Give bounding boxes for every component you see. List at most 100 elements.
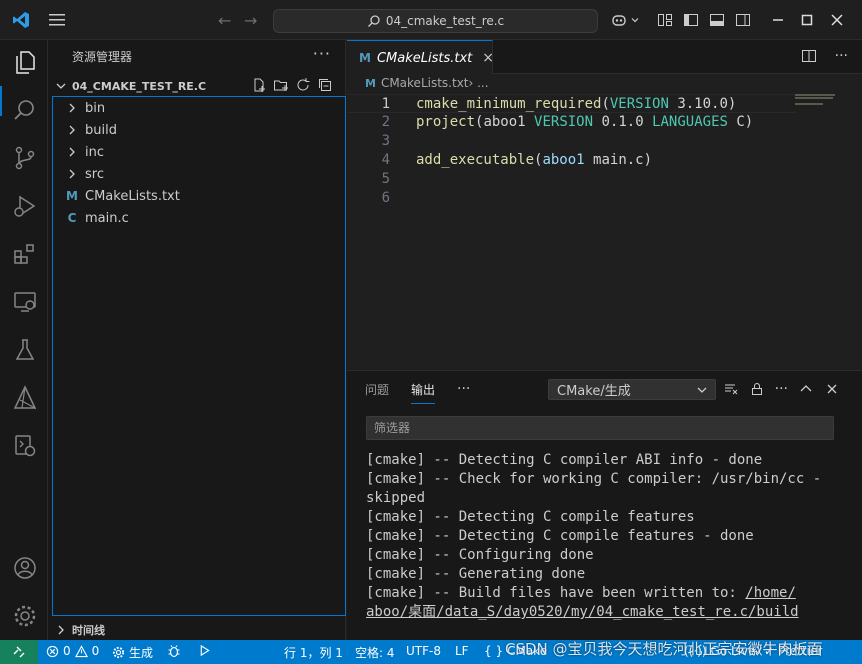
panel-more-actions[interactable]: ···: [775, 381, 788, 397]
code-line[interactable]: 3: [347, 132, 797, 151]
bug-icon: [168, 645, 180, 658]
copilot-icon: [612, 15, 626, 26]
output-filter-input[interactable]: 筛选器: [366, 416, 834, 440]
cmake-run-button[interactable]: [198, 644, 211, 657]
code-line[interactable]: 4 add_executable(aboo1 main.c): [347, 151, 797, 170]
code-token: (: [601, 96, 610, 112]
toggle-sidebar-icon[interactable]: [683, 12, 699, 28]
menu-icon[interactable]: [48, 12, 66, 28]
breadcrumb: M CMakeLists.txt › ...: [365, 76, 489, 90]
code-line[interactable]: 6: [347, 189, 797, 208]
tree-item-inc[interactable]: inc: [53, 141, 345, 163]
code-token: 0.1.0: [593, 114, 653, 130]
output-line: [cmake] -- Check for working C compiler:…: [366, 471, 822, 487]
output-path-link[interactable]: /home/: [745, 585, 796, 601]
tree-item-main-c[interactable]: C main.c: [53, 207, 345, 229]
command-center-search[interactable]: 04_cmake_test_re.c: [273, 9, 598, 33]
tree-item-cmakelists[interactable]: M CMakeLists.txt: [53, 185, 345, 207]
line-number: 4: [381, 152, 390, 168]
error-icon: [46, 645, 59, 657]
code-line[interactable]: 5: [347, 170, 797, 189]
tab-label: CMakeLists.txt: [376, 50, 473, 66]
explorer-icon[interactable]: [12, 49, 38, 75]
tree-item-build[interactable]: build: [53, 119, 345, 141]
toggle-panel-icon[interactable]: [709, 12, 725, 28]
remote-explorer-icon[interactable]: [12, 289, 38, 315]
remote-indicator[interactable]: [0, 640, 38, 664]
maximize-icon[interactable]: [799, 12, 815, 28]
code-token: VERSION: [609, 96, 669, 112]
output-path-link[interactable]: aboo/桌面/data_S/day0520/my/04_cmake_test_…: [366, 604, 799, 620]
minimize-icon[interactable]: [770, 12, 786, 28]
collapse-all-icon[interactable]: [317, 77, 333, 93]
docker-icon[interactable]: [12, 433, 38, 459]
breadcrumb-rest[interactable]: › ...: [469, 76, 489, 90]
settings-gear-icon[interactable]: [12, 603, 38, 629]
clear-output-icon[interactable]: [723, 381, 739, 397]
extensions-icon[interactable]: [12, 241, 38, 267]
code-token: VERSION: [534, 114, 594, 130]
cmake-file-icon: M: [365, 76, 376, 90]
close-panel-icon[interactable]: [824, 381, 840, 397]
cmake-debug-button[interactable]: [167, 644, 181, 658]
forward-arrow-icon[interactable]: →: [244, 11, 257, 30]
tree-item-bin[interactable]: bin: [53, 97, 345, 119]
account-icon[interactable]: [12, 555, 38, 581]
encoding[interactable]: UTF-8: [406, 644, 441, 658]
code-editor[interactable]: M CMakeLists.txt › ... 1 cmake_minimum_re…: [347, 74, 862, 370]
lock-icon[interactable]: [749, 381, 765, 397]
sidebar-more-actions[interactable]: ···: [313, 44, 331, 63]
testing-icon[interactable]: [12, 337, 38, 363]
tab-output[interactable]: 输出: [411, 381, 436, 404]
run-debug-icon[interactable]: [12, 193, 38, 219]
chevron-down-icon: [56, 83, 66, 89]
new-folder-icon[interactable]: [273, 77, 289, 93]
refresh-icon[interactable]: [295, 77, 311, 93]
tab-close-icon[interactable]: ×: [482, 50, 494, 66]
cursor-position[interactable]: 行 1，列 1: [284, 644, 343, 661]
code-token: C): [727, 114, 754, 130]
code-token: (aboo1: [475, 114, 535, 130]
tab-problems[interactable]: 问题: [365, 381, 389, 404]
problems-indicator[interactable]: 0 0: [46, 644, 99, 658]
layout-customize-icon[interactable]: [657, 12, 673, 28]
vscode-logo-icon: [13, 12, 29, 28]
timeline-label: 时间线: [72, 624, 105, 637]
source-control-icon[interactable]: [12, 145, 38, 171]
breadcrumb-file[interactable]: CMakeLists.txt: [381, 76, 469, 90]
output-channel-select[interactable]: CMake/生成: [548, 379, 716, 400]
code-line[interactable]: 1 cmake_minimum_required(VERSION 3.10.0): [347, 94, 797, 113]
search-icon[interactable]: [12, 97, 38, 123]
maximize-panel-icon[interactable]: [798, 381, 814, 397]
editor-more-icon[interactable]: ···: [835, 48, 848, 64]
tree-item-label: CMakeLists.txt: [85, 188, 180, 204]
code-token: main.c): [584, 152, 653, 168]
line-number: 6: [381, 190, 390, 206]
tab-cmakelists[interactable]: M CMakeLists.txt ×: [347, 40, 494, 75]
cmake-build-button[interactable]: 生成: [112, 644, 153, 661]
back-arrow-icon[interactable]: ←: [218, 11, 231, 30]
output-line: [cmake] -- Detecting C compile features …: [366, 528, 754, 544]
chevron-right-icon: [69, 147, 75, 157]
cmake-icon[interactable]: [12, 385, 38, 411]
cmake-file-icon: M: [66, 189, 78, 203]
chevron-right-icon: [69, 103, 75, 113]
close-icon[interactable]: [829, 12, 845, 28]
chevron-right-icon: [69, 169, 75, 179]
copilot-menu[interactable]: [610, 10, 640, 30]
minimap[interactable]: [795, 94, 837, 106]
toggle-secondary-sidebar-icon[interactable]: [735, 12, 751, 28]
code-lines[interactable]: 1 cmake_minimum_required(VERSION 3.10.0) 2…: [347, 94, 797, 208]
code-line[interactable]: 2 project(aboo1 VERSION 0.1.0 LANGUAGES C…: [347, 113, 797, 132]
file-tree: bin build inc src M CMakeLists.txt C mai…: [52, 96, 346, 616]
code-token: 3.10.0): [668, 96, 737, 112]
indentation[interactable]: 空格: 4: [355, 644, 395, 661]
end-of-line[interactable]: LF: [455, 644, 469, 658]
split-editor-icon[interactable]: [801, 48, 817, 64]
tree-item-src[interactable]: src: [53, 163, 345, 185]
code-text: add_executable(aboo1 main.c): [416, 151, 652, 170]
new-file-icon[interactable]: [251, 77, 267, 93]
panel-more-icon[interactable]: ···: [457, 381, 470, 404]
timeline-header[interactable]: 时间线: [54, 620, 105, 640]
search-icon: [367, 15, 380, 27]
